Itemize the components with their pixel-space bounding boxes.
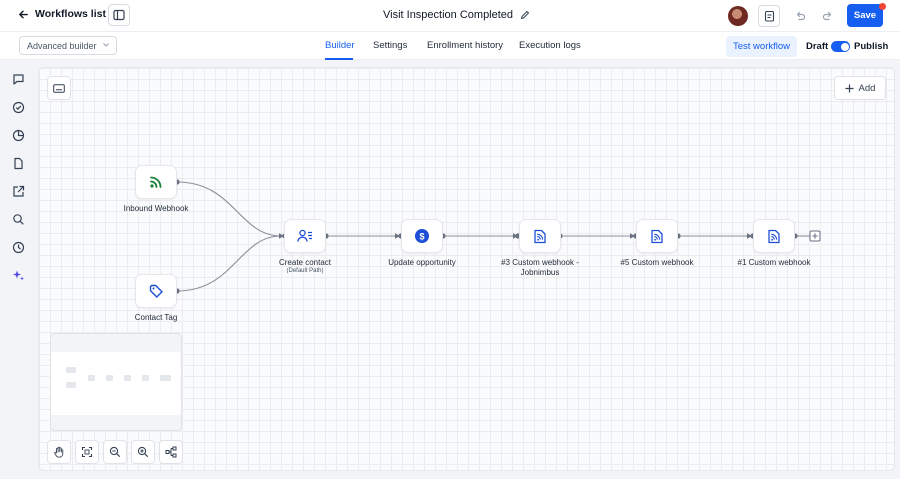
workflow-notes-button[interactable] <box>758 5 780 27</box>
minimap-node <box>88 375 95 381</box>
custom-webhook-3-node[interactable] <box>519 219 561 253</box>
pie-chart-icon[interactable] <box>11 128 25 142</box>
zoom-in-button[interactable] <box>131 440 155 464</box>
custom-webhook-5-node[interactable] <box>636 219 678 253</box>
unsaved-indicator <box>879 3 886 10</box>
custom-webhook-3-label: #3 Custom webhook - <box>501 258 579 267</box>
draft-label: Draft <box>806 41 829 52</box>
create-contact-path-label: (Default Path) <box>286 268 324 274</box>
publish-toggle[interactable] <box>831 41 850 52</box>
workflow-canvas[interactable]: Add Inbound Webhook Contact Tag Create c… <box>38 67 895 471</box>
webhook-file-icon <box>768 229 780 243</box>
custom-webhook-1-node[interactable] <box>753 219 795 253</box>
canvas-minimap[interactable] <box>50 333 182 431</box>
back-to-workflows-link[interactable]: Workflows list <box>18 8 106 20</box>
sidebar-panel-icon <box>113 9 125 21</box>
back-label: Workflows list <box>35 8 106 20</box>
builder-mode-select[interactable]: Advanced builder <box>19 36 117 55</box>
rss-icon <box>150 176 162 188</box>
hand-icon <box>54 446 64 458</box>
clipboard-icon <box>764 10 774 22</box>
minimap-node <box>142 375 149 381</box>
pencil-icon[interactable] <box>520 10 530 20</box>
minimap-node <box>66 382 76 388</box>
custom-webhook-5-label: #5 Custom webhook <box>620 258 694 267</box>
tab-enrollment-history[interactable]: Enrollment history <box>427 40 503 51</box>
tab-builder[interactable]: Builder <box>325 40 355 51</box>
top-bar: Workflows list Visit Inspection Complete… <box>0 0 900 32</box>
publish-label: Publish <box>854 41 889 52</box>
add-step-end-icon <box>809 230 821 242</box>
webhook-file-icon <box>651 229 663 243</box>
auto-layout-icon <box>165 446 177 458</box>
edge-webhook-to-create <box>176 181 282 237</box>
file-icon[interactable] <box>11 156 25 170</box>
update-opportunity-node[interactable]: $ <box>401 219 443 253</box>
zoom-out-icon <box>109 446 121 458</box>
minimap-node <box>160 375 171 381</box>
redo-icon <box>822 11 831 20</box>
trigger-inbound-webhook-node[interactable] <box>135 165 177 199</box>
trigger-inbound-webhook-label: Inbound Webhook <box>123 204 189 213</box>
pan-tool-button[interactable] <box>47 440 71 464</box>
workflow-title-text: Visit Inspection Completed <box>383 9 514 21</box>
svg-text:$: $ <box>419 231 424 241</box>
fit-view-button[interactable] <box>75 440 99 464</box>
auto-layout-button[interactable] <box>159 440 183 464</box>
chevron-down-icon <box>103 43 109 47</box>
history-icon[interactable] <box>11 240 25 254</box>
create-contact-node[interactable] <box>284 219 326 253</box>
expand-icon <box>81 446 93 458</box>
undo-button[interactable] <box>789 6 811 26</box>
trigger-contact-tag-node[interactable] <box>135 274 177 308</box>
update-opportunity-label: Update opportunity <box>388 258 456 267</box>
trigger-contact-tag-label: Contact Tag <box>134 313 178 322</box>
arrow-left-icon <box>19 10 28 18</box>
create-contact-label: Create contact <box>278 258 332 267</box>
minimap-node <box>124 375 131 381</box>
check-circle-icon[interactable] <box>11 100 25 114</box>
tab-execution-logs[interactable]: Execution logs <box>519 40 581 51</box>
search-icon[interactable] <box>11 212 25 226</box>
zoom-out-button[interactable] <box>103 440 127 464</box>
minimap-node <box>106 375 113 381</box>
save-button[interactable]: Save <box>847 4 883 27</box>
redo-button[interactable] <box>816 6 838 26</box>
zoom-in-icon <box>137 446 149 458</box>
dollar-icon: $ <box>415 229 429 243</box>
undo-icon <box>796 11 805 20</box>
chat-icon[interactable] <box>11 72 25 86</box>
tag-icon <box>149 284 163 298</box>
custom-webhook-1-label: #1 Custom webhook <box>737 258 811 267</box>
custom-webhook-3-label-line2: Jobnimbus <box>520 268 560 277</box>
active-tab-indicator <box>325 58 353 60</box>
tab-settings[interactable]: Settings <box>373 40 407 51</box>
sparkle-icon[interactable] <box>11 268 25 282</box>
contact-icon <box>297 229 312 242</box>
toggle-knob <box>840 42 849 51</box>
builder-mode-value: Advanced builder <box>27 40 97 51</box>
webhook-file-icon <box>534 229 546 243</box>
toggle-sidebar-button[interactable] <box>108 4 130 26</box>
builder-tabs-bar: Advanced builder Builder Settings Enroll… <box>0 32 900 60</box>
share-icon[interactable] <box>11 184 25 198</box>
workflow-title[interactable]: Visit Inspection Completed <box>383 9 530 21</box>
minimap-node <box>66 367 76 373</box>
test-workflow-button[interactable]: Test workflow <box>726 36 797 57</box>
user-avatar[interactable] <box>728 6 748 26</box>
